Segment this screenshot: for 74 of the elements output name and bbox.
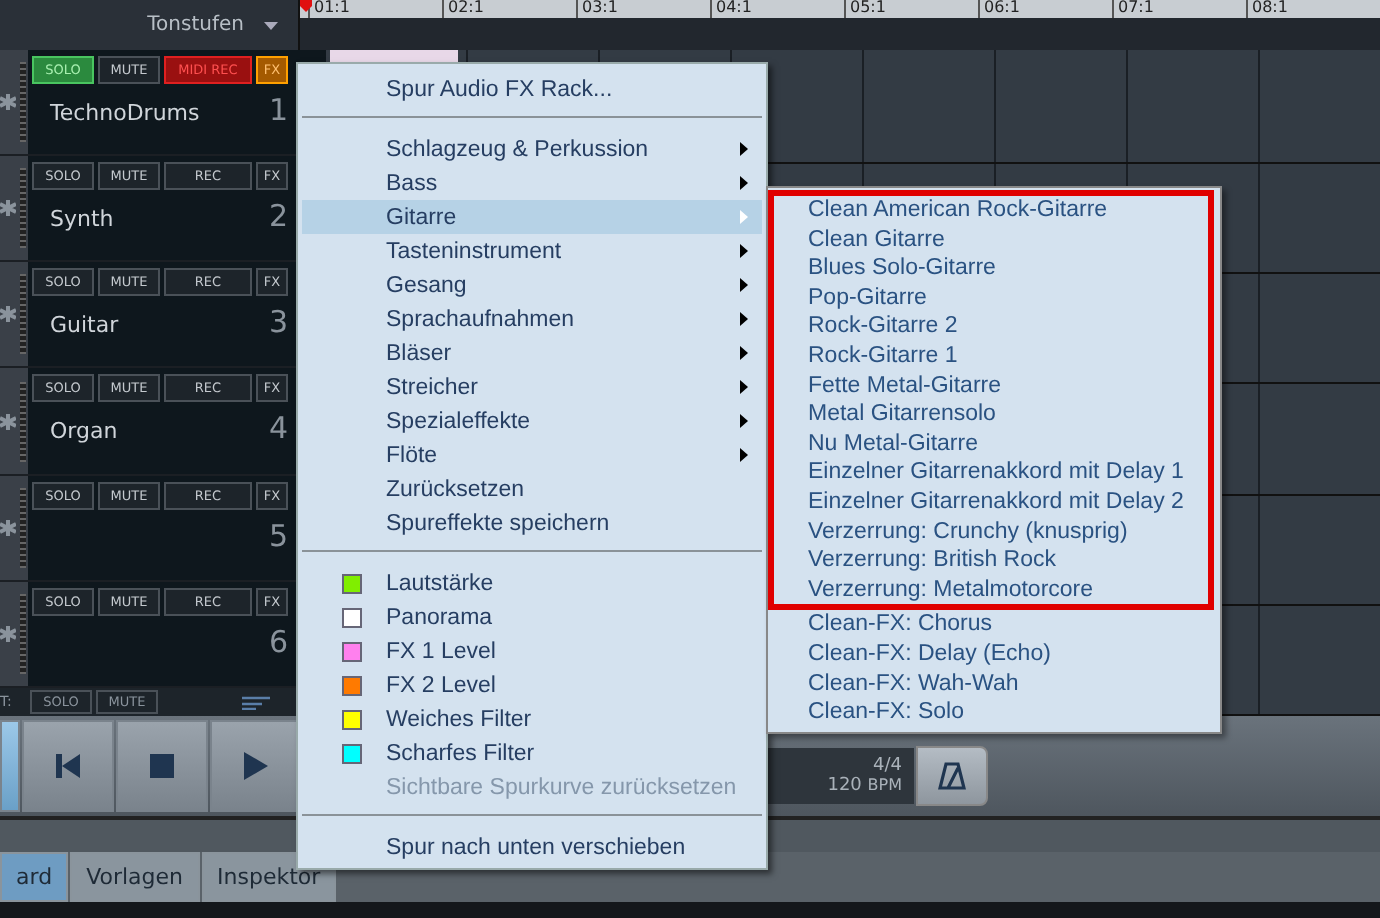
ruler-label: 07:1 xyxy=(1116,0,1156,16)
list-icon[interactable] xyxy=(242,695,270,710)
submenu-item[interactable]: Verzerrung: Metalmotorcore xyxy=(774,575,1208,605)
submenu-arrow-icon xyxy=(740,176,748,190)
ruler-label: 02:1 xyxy=(446,0,486,16)
track-name[interactable]: Guitar xyxy=(50,312,119,339)
level-meter xyxy=(20,381,26,462)
track-number: 6 xyxy=(268,623,288,660)
track-header-label: Tonstufen xyxy=(147,14,244,36)
menu-item[interactable]: Gitarre xyxy=(302,200,762,234)
ruler-label: 01:1 xyxy=(312,0,352,16)
submenu-item[interactable]: Rock-Gitarre 1 xyxy=(774,341,1208,372)
level-meter xyxy=(20,62,26,143)
track-number: 3 xyxy=(268,304,288,341)
submenu-arrow-icon xyxy=(740,414,748,428)
ruler-label: 03:1 xyxy=(580,0,620,16)
ruler-label: 06:1 xyxy=(982,0,1022,16)
submenu-item[interactable]: Fette Metal-Gitarre xyxy=(774,371,1208,401)
stop-icon xyxy=(150,754,174,778)
submenu-item[interactable]: Nu Metal-Gitarre xyxy=(774,429,1208,459)
submenu-item[interactable]: Metal Gitarrensolo xyxy=(774,400,1208,430)
tab[interactable]: ard xyxy=(0,852,69,902)
submenu-item[interactable]: Clean-FX: Wah-Wah xyxy=(774,669,1214,699)
submenu-arrow-icon xyxy=(740,346,748,360)
play-button[interactable] xyxy=(210,720,302,812)
tempo-value: 120 xyxy=(827,776,862,796)
time-signature: 4/4 xyxy=(873,756,902,776)
track-number: 1 xyxy=(268,92,288,128)
play-icon xyxy=(244,752,268,780)
metronome-icon xyxy=(938,762,966,790)
menu-item[interactable]: Scharfes Filter xyxy=(302,736,762,770)
submenu-item[interactable]: Clean-FX: Delay (Echo) xyxy=(774,639,1214,669)
level-meter xyxy=(20,168,26,249)
submenu-item[interactable]: Pop-Gitarre xyxy=(774,283,1208,313)
transport-button[interactable] xyxy=(0,720,20,812)
submenu-arrow-icon xyxy=(740,244,748,258)
submenu-item[interactable]: Einzelner Gitarrenakkord mit Delay 2 xyxy=(774,487,1208,518)
submenu-arrow-icon xyxy=(740,448,748,462)
submenu-item[interactable]: Verzerrung: British Rock xyxy=(774,546,1208,576)
submenu-arrow-icon xyxy=(740,278,748,292)
track-name[interactable]: Synth xyxy=(50,206,114,233)
submenu-item[interactable]: Blues Solo-Gitarre xyxy=(774,254,1208,284)
level-meter xyxy=(20,487,26,568)
submenu-item[interactable]: Verzerrung: Crunchy (knusprig) xyxy=(774,517,1208,547)
track-number: 2 xyxy=(268,198,288,235)
track-name[interactable]: Organ xyxy=(50,418,118,445)
tempo-display[interactable]: 4/4 120 BPM xyxy=(762,748,914,804)
submenu-item[interactable]: Einzelner Gitarrenakkord mit Delay 1 xyxy=(774,458,1208,488)
ruler-label: 08:1 xyxy=(1250,0,1290,16)
submenu-arrow-icon xyxy=(740,210,748,224)
submenu-item[interactable]: Clean-FX: Chorus xyxy=(774,610,1214,640)
submenu-arrow-icon xyxy=(740,142,748,156)
playhead-marker-icon[interactable] xyxy=(300,0,312,12)
stop-button[interactable] xyxy=(116,720,208,812)
metronome-button[interactable] xyxy=(916,746,988,806)
ruler-label: 04:1 xyxy=(714,0,754,16)
submenu-arrow-icon xyxy=(740,380,748,394)
submenu-item[interactable]: Clean-FX: Solo xyxy=(774,698,1214,728)
level-meter xyxy=(20,274,26,355)
menu-item[interactable]: Weiches Filter xyxy=(302,702,762,736)
submenu-item[interactable]: Rock-Gitarre 2 xyxy=(774,312,1208,342)
track-number: 4 xyxy=(268,410,288,447)
ruler-label: 05:1 xyxy=(848,0,888,16)
submenu-item[interactable]: Clean Gitarre xyxy=(774,225,1208,255)
skip-back-icon xyxy=(54,752,82,780)
dropdown-arrow-icon[interactable] xyxy=(264,21,278,29)
track-name[interactable]: TechnoDrums xyxy=(50,100,200,126)
submenu-arrow-icon xyxy=(740,312,748,326)
tab[interactable]: Vorlagen xyxy=(70,852,200,902)
tempo-unit: BPM xyxy=(867,776,902,794)
level-meter xyxy=(20,593,26,674)
submenu-item[interactable]: Clean American Rock-Gitarre xyxy=(774,196,1208,226)
track-number: 5 xyxy=(268,517,288,554)
skip-back-button[interactable] xyxy=(22,720,114,812)
